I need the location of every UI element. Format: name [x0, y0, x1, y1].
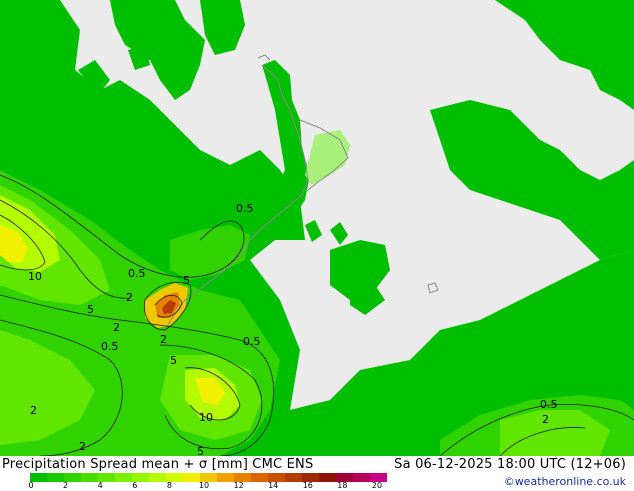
- contour-label: 0.5: [540, 398, 558, 411]
- footer: Precipitation Spread mean + σ [mm] CMC E…: [0, 456, 634, 490]
- contour-label: 2: [126, 291, 133, 304]
- legend-swatch: [319, 473, 336, 482]
- precipitation-map: 0.5 0.5 0.5 0.5 0.5 2 2 2 2 2 2 5 5 5 5 …: [0, 0, 634, 456]
- legend-swatch: [81, 473, 98, 482]
- contour-label: 10: [28, 270, 42, 283]
- contour-label: 0.5: [128, 267, 146, 280]
- contour-label: 0.5: [236, 202, 254, 215]
- contour-label: 5: [170, 354, 177, 367]
- legend-swatch: [285, 473, 302, 482]
- legend-swatch: [353, 473, 370, 482]
- credit-link[interactable]: ©weatheronline.co.uk: [504, 475, 626, 488]
- legend-tick-label: 14: [268, 481, 279, 490]
- contour-label: 5: [183, 274, 190, 287]
- map-title: Precipitation Spread mean + σ [mm] CMC E…: [2, 457, 314, 472]
- legend-swatch: [47, 473, 64, 482]
- legend-tick-label: 6: [132, 481, 138, 490]
- legend-tick-label: 2: [63, 481, 69, 490]
- contour-label: 2: [30, 404, 37, 417]
- legend-swatch: [217, 473, 234, 482]
- legend-swatch: [149, 473, 166, 482]
- legend-tick-label: 8: [166, 481, 172, 490]
- contour-label: 5: [197, 445, 204, 456]
- contour-label: 0.5: [243, 335, 261, 348]
- legend-swatch: [115, 473, 132, 482]
- map-frame: 0.5 0.5 0.5 0.5 0.5 2 2 2 2 2 2 5 5 5 5 …: [0, 0, 634, 490]
- legend-tick-label: 20: [371, 481, 383, 490]
- contour-label: 5: [87, 303, 94, 316]
- contour-label: 0.5: [101, 340, 119, 353]
- legend-tick-label: 12: [233, 481, 244, 490]
- contour-label: 2: [542, 413, 549, 426]
- legend-swatch: [251, 473, 268, 482]
- contour-label: 10: [199, 411, 213, 424]
- legend-swatch: [183, 473, 200, 482]
- legend-tick-label: 18: [337, 481, 348, 490]
- valid-datetime: Sa 06-12-2025 18:00 UTC (12+06): [394, 457, 626, 472]
- legend-tick-label: 16: [302, 481, 313, 490]
- legend-tick-label: 0: [28, 481, 34, 490]
- contour-label: 2: [79, 440, 86, 453]
- legend-tick-label: 10: [198, 481, 210, 490]
- contour-label: 2: [113, 321, 120, 334]
- legend-tick-label: 4: [97, 481, 103, 490]
- contour-label: 2: [160, 333, 167, 346]
